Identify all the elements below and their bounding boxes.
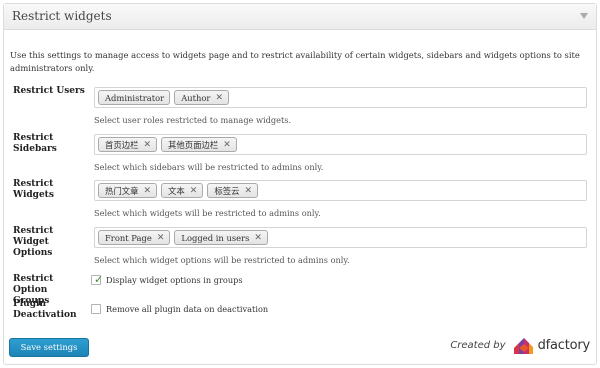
remove-tag-icon[interactable]: ✕ [254, 233, 262, 243]
restrict-widgets-label: Restrict Widgets [13, 179, 54, 200]
remove-tag-icon[interactable]: ✕ [244, 186, 252, 196]
tag-chip: Administrator [98, 90, 171, 105]
credit: Created by dfactory [450, 333, 590, 357]
remove-tag-icon[interactable]: ✕ [157, 233, 165, 243]
tag-label: 其他页面边栏 [168, 139, 219, 150]
restrict-users-label: Restrict Users [13, 86, 85, 96]
remove-tag-icon[interactable]: ✕ [144, 140, 152, 150]
tag-label: 热门文章 [105, 185, 139, 196]
restrict-widgets-select[interactable]: 热门文章 ✕ 文本 ✕ 标签云 ✕ [94, 180, 587, 201]
plugin-deactivation-text[interactable]: Remove all plugin data on deactivation [106, 304, 268, 314]
tag-label: 首页边栏 [105, 139, 139, 150]
collapse-arrow-icon[interactable] [580, 13, 588, 19]
tag-label: Author [181, 92, 211, 103]
tag-label: Logged in users [181, 232, 250, 243]
restrict-sidebars-label: Restrict Sidebars [13, 133, 57, 154]
save-settings-button[interactable]: Save settings [9, 338, 89, 357]
restrict-users-select[interactable]: Administrator Author ✕ [94, 87, 587, 108]
panel-title: Restrict widgets [12, 9, 112, 23]
tag-label: 文本 [168, 185, 185, 196]
restrict-sidebars-help: Select which sidebars will be restricted… [94, 162, 324, 172]
dfactory-brand[interactable]: dfactory [538, 338, 591, 353]
remove-tag-icon[interactable]: ✕ [190, 186, 198, 196]
option-groups-checkbox[interactable]: ✓ [91, 273, 104, 286]
restrict-widget-options-label: Restrict Widget Options [13, 226, 54, 258]
panel-header[interactable]: Restrict widgets [4, 4, 596, 30]
check-icon: ✓ [94, 273, 104, 286]
restrict-users-help: Select user roles restricted to manage w… [94, 115, 292, 125]
created-by-text: Created by [450, 339, 506, 351]
tag-chip: Author ✕ [174, 90, 229, 105]
remove-tag-icon[interactable]: ✕ [144, 186, 152, 196]
restrict-widgets-help: Select which widgets will be restricted … [94, 208, 321, 218]
tag-chip: 标签云 ✕ [207, 183, 259, 198]
plugin-deactivation-checkbox[interactable] [91, 304, 101, 314]
tag-chip: Front Page ✕ [98, 230, 171, 245]
tag-chip: 首页边栏 ✕ [98, 137, 158, 152]
option-groups-text[interactable]: Display widget options in groups [106, 275, 243, 285]
remove-tag-icon[interactable]: ✕ [215, 93, 223, 103]
plugin-deactivation-label: Plugin Deactivation [13, 299, 77, 320]
tag-label: Front Page [105, 232, 152, 243]
restrict-widget-options-help: Select which widget options will be rest… [94, 255, 350, 265]
tag-label: Administrator [105, 92, 165, 103]
remove-tag-icon[interactable]: ✕ [223, 140, 231, 150]
dfactory-logo-icon[interactable] [512, 334, 534, 356]
tag-label: 标签云 [214, 185, 240, 196]
restrict-sidebars-select[interactable]: 首页边栏 ✕ 其他页面边栏 ✕ [94, 134, 587, 155]
tag-chip: 热门文章 ✕ [98, 183, 158, 198]
tag-chip: 其他页面边栏 ✕ [161, 137, 237, 152]
tag-chip: Logged in users ✕ [174, 230, 268, 245]
restrict-widget-options-select[interactable]: Front Page ✕ Logged in users ✕ [94, 227, 587, 248]
settings-description: Use this settings to manage access to wi… [10, 50, 580, 73]
tag-chip: 文本 ✕ [161, 183, 204, 198]
